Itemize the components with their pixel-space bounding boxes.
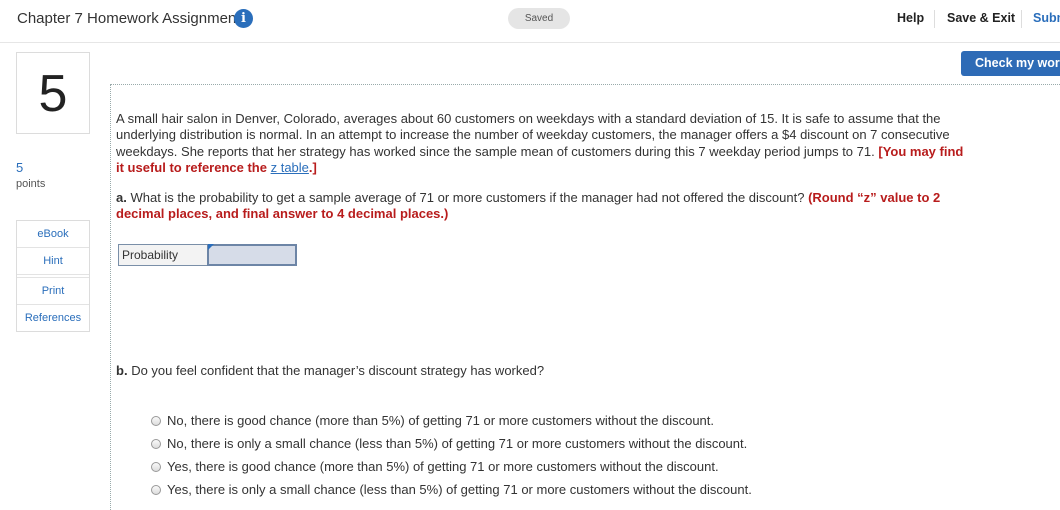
part-b-label: b. <box>116 363 128 378</box>
hint-suffix: .] <box>308 159 317 175</box>
part-b-question: b. Do you feel confident that the manage… <box>116 363 544 378</box>
radio-button[interactable] <box>151 484 161 495</box>
input-flag-icon <box>208 244 214 250</box>
question-number: 5 <box>16 52 90 134</box>
save-exit-link[interactable]: Save & Exit <box>947 11 1015 25</box>
check-my-work-button[interactable]: Check my work <box>961 51 1060 76</box>
resource-links: eBook Hint Print References <box>16 220 90 332</box>
option-4[interactable]: Yes, there is only a small chance (less … <box>151 478 752 501</box>
problem-statement: A small hair salon in Denver, Colorado, … <box>116 111 966 176</box>
option-label: No, there is only a small chance (less t… <box>167 436 748 451</box>
hint-link[interactable]: Hint <box>17 248 89 275</box>
saved-badge: Saved <box>508 8 570 29</box>
probability-input[interactable] <box>207 244 297 266</box>
header-divider <box>934 10 935 28</box>
problem-text: A small hair salon in Denver, Colorado, … <box>116 111 950 159</box>
print-link[interactable]: Print <box>17 277 89 305</box>
probability-label: Probability <box>118 244 208 266</box>
option-label: No, there is good chance (more than 5%) … <box>167 413 715 428</box>
submit-link[interactable]: Submit <box>1033 11 1060 25</box>
radio-button[interactable] <box>151 461 161 472</box>
question-content: A small hair salon in Denver, Colorado, … <box>110 84 1060 510</box>
info-icon[interactable]: i <box>234 9 253 28</box>
option-3[interactable]: Yes, there is good chance (more than 5%)… <box>151 455 752 478</box>
points-value: 5 <box>16 160 24 175</box>
option-label: Yes, there is only a small chance (less … <box>167 482 752 497</box>
assignment-title: Chapter 7 Homework Assignment <box>17 10 241 27</box>
top-bar: Chapter 7 Homework Assignment i Saved He… <box>0 0 1060 43</box>
ebook-link[interactable]: eBook <box>17 221 89 248</box>
points-label: points <box>16 178 46 190</box>
radio-button[interactable] <box>151 438 161 449</box>
part-b-text: Do you feel confident that the manager’s… <box>131 363 545 378</box>
help-link[interactable]: Help <box>897 11 924 25</box>
radio-button[interactable] <box>151 415 161 426</box>
option-1[interactable]: No, there is good chance (more than 5%) … <box>151 409 752 432</box>
part-a-text: What is the probability to get a sample … <box>130 190 805 205</box>
z-table-link[interactable]: z table <box>271 160 309 175</box>
header-divider <box>1021 10 1022 28</box>
option-2[interactable]: No, there is only a small chance (less t… <box>151 432 752 455</box>
option-label: Yes, there is good chance (more than 5%)… <box>167 459 719 474</box>
references-link[interactable]: References <box>17 305 89 331</box>
probability-answer-table: Probability <box>118 244 297 266</box>
part-a-question: a. What is the probability to get a samp… <box>116 190 956 223</box>
part-a-label: a. <box>116 190 127 205</box>
part-b-options: No, there is good chance (more than 5%) … <box>151 409 752 501</box>
